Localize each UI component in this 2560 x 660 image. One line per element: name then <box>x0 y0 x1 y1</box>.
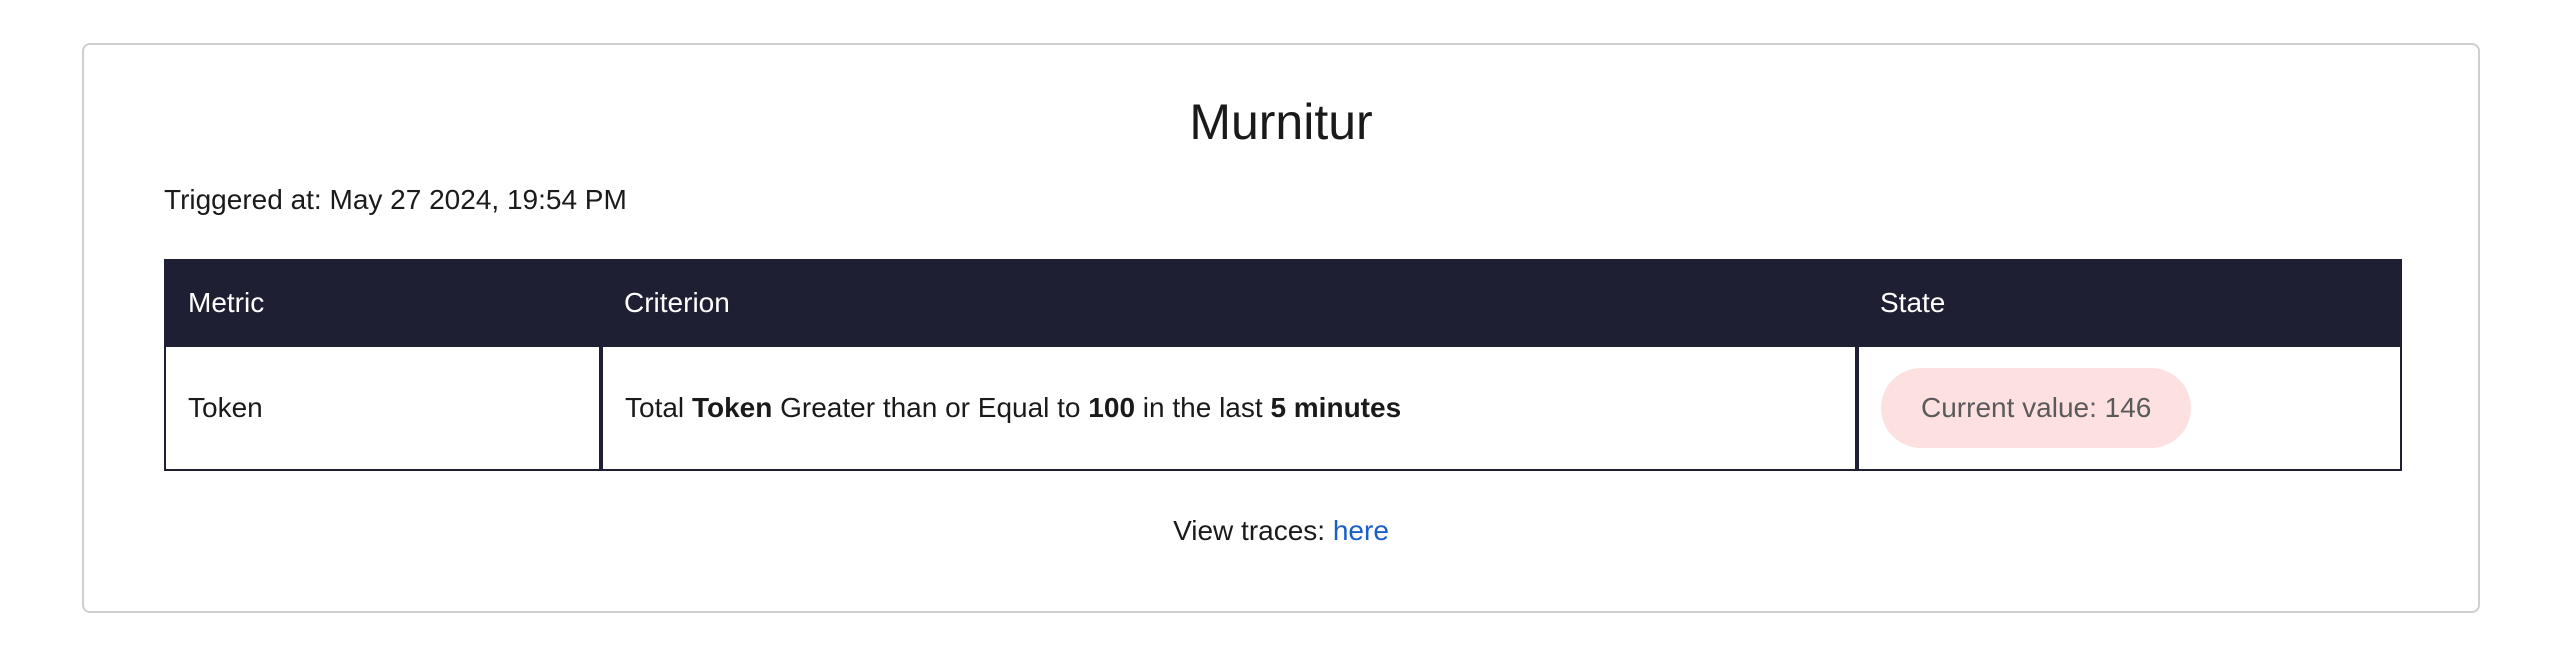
table-header-row: Metric Criterion State <box>164 259 2402 347</box>
view-traces: View traces: here <box>84 515 2478 547</box>
header-criterion: Criterion <box>600 259 1858 347</box>
criterion-window: 5 minutes <box>1270 392 1402 423</box>
cell-criterion: Total Token Greater than or Equal to 100… <box>599 346 1859 471</box>
alert-card: Murnitur Triggered at: May 27 2024, 19:5… <box>82 43 2480 613</box>
cell-state: Current value: 146 <box>1856 346 2402 471</box>
view-traces-label: View traces: <box>1173 515 1326 546</box>
table-row: Token Total Token Greater than or Equal … <box>164 346 2402 471</box>
alert-table: Metric Criterion State Token Total Token… <box>164 259 2402 471</box>
header-metric: Metric <box>164 259 602 347</box>
criterion-metric: Token <box>691 392 773 423</box>
state-badge: Current value: 146 <box>1881 368 2192 448</box>
header-state: State <box>1856 259 2402 347</box>
triggered-label: Triggered at: <box>164 184 322 215</box>
criterion-threshold: 100 <box>1088 392 1136 423</box>
view-traces-link[interactable]: here <box>1333 515 1389 546</box>
alert-title: Murnitur <box>1189 94 1373 150</box>
triggered-at: Triggered at: May 27 2024, 19:54 PM <box>164 184 627 216</box>
criterion-window-prefix: in the last <box>1142 392 1263 423</box>
criterion-comparison: Greater than or Equal to <box>780 392 1081 423</box>
triggered-value: May 27 2024, 19:54 PM <box>329 184 627 215</box>
cell-metric: Token <box>164 346 602 471</box>
criterion-prefix: Total <box>625 392 685 423</box>
